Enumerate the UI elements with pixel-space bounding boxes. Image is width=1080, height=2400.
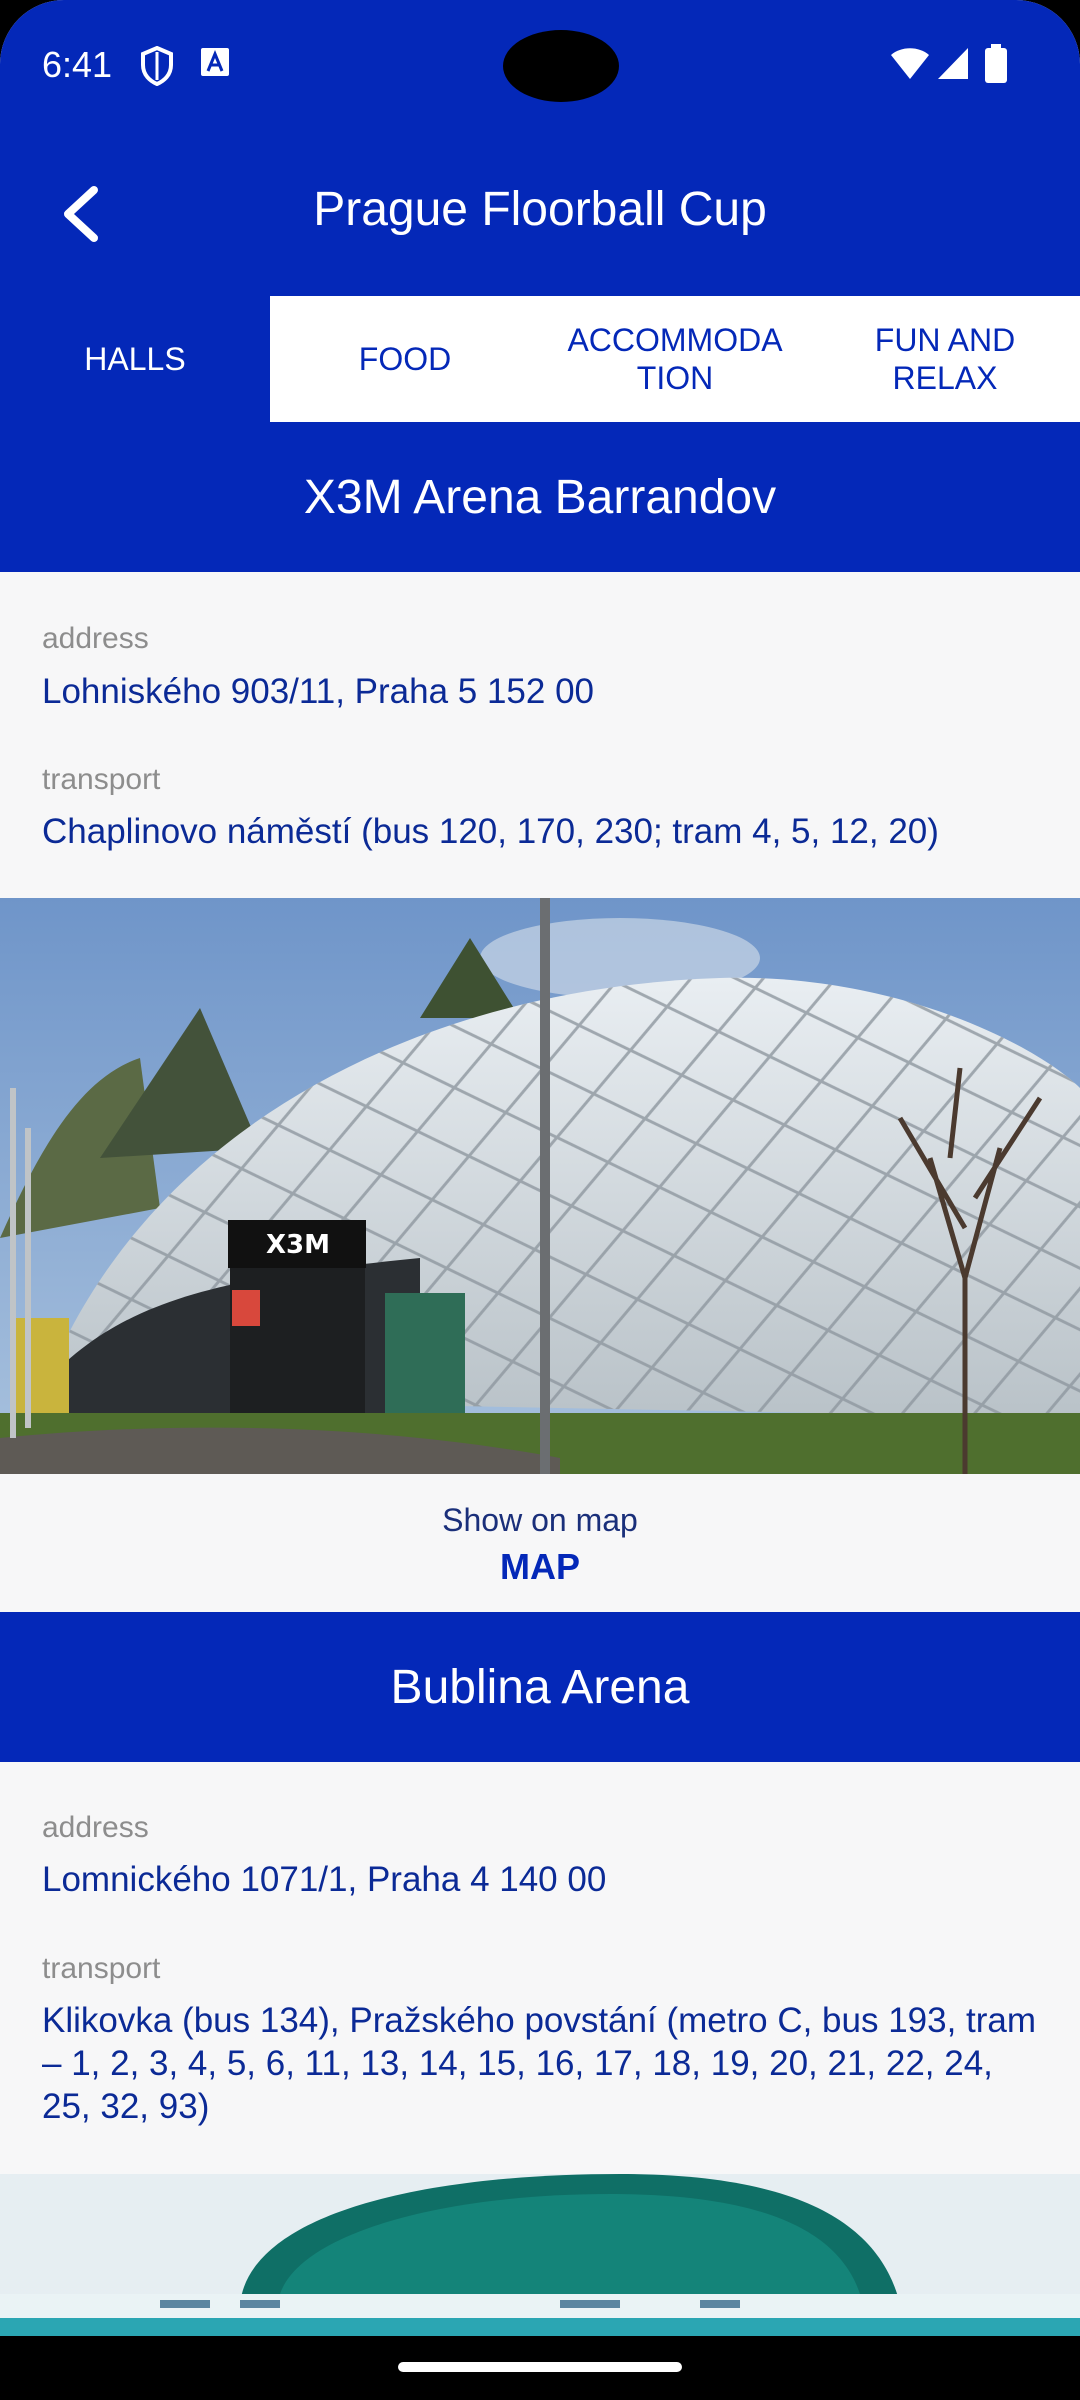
transport-label: transport — [42, 1952, 161, 1985]
address-value: Lohniského 903/11, Praha 5 152 00 — [42, 672, 595, 711]
page-title: Prague Floorball Cup — [313, 183, 767, 236]
map-button[interactable]: MAP — [440, 1546, 640, 1588]
shield-icon — [140, 45, 174, 91]
transport-value: Chaplinovo náměstí (bus 120, 170, 230; t… — [42, 812, 939, 851]
signal-icon — [936, 46, 970, 85]
font-icon — [200, 46, 230, 83]
transport-label: transport — [42, 763, 161, 796]
status-bar: 6:41 — [0, 0, 1080, 132]
status-time: 6:41 — [42, 44, 113, 85]
tab-fun-and-relax[interactable]: FUN AND RELAX — [810, 296, 1080, 422]
tab-food[interactable]: FOOD — [270, 296, 540, 422]
tab-accommodation[interactable]: ACCOMMODA TION — [540, 296, 810, 422]
address-label: address — [42, 622, 149, 655]
system-navigation-bar — [0, 2336, 1080, 2400]
battery-icon — [984, 44, 1008, 89]
x3m-sign-text: X3M — [266, 1230, 330, 1260]
tab-bar: HALLS FOOD ACCOMMODA TION FUN AND RELAX — [0, 296, 1080, 422]
hall-photo — [0, 2174, 1080, 2336]
show-on-map-caption: Show on map — [442, 1502, 638, 1538]
hall-name-header: Bublina Arena — [0, 1612, 1080, 1762]
address-label: address — [42, 1811, 149, 1844]
home-gesture-handle[interactable] — [398, 2362, 682, 2372]
hall-photo: X3M — [0, 898, 1080, 1474]
hall-name-header: X3M Arena Barrandov — [0, 422, 1080, 572]
camera-cutout — [503, 30, 619, 102]
wifi-icon — [890, 46, 930, 85]
tab-halls[interactable]: HALLS — [0, 296, 270, 422]
address-value: Lomnického 1071/1, Praha 4 140 00 — [42, 1860, 607, 1899]
screen: 6:41 Prague Floorball Cup HALLS FOOD ACC… — [0, 0, 1080, 2400]
transport-value: Klikovka (bus 134), Pražského povstání (… — [42, 2001, 1037, 2126]
app-bar: Prague Floorball Cup — [0, 132, 1080, 296]
